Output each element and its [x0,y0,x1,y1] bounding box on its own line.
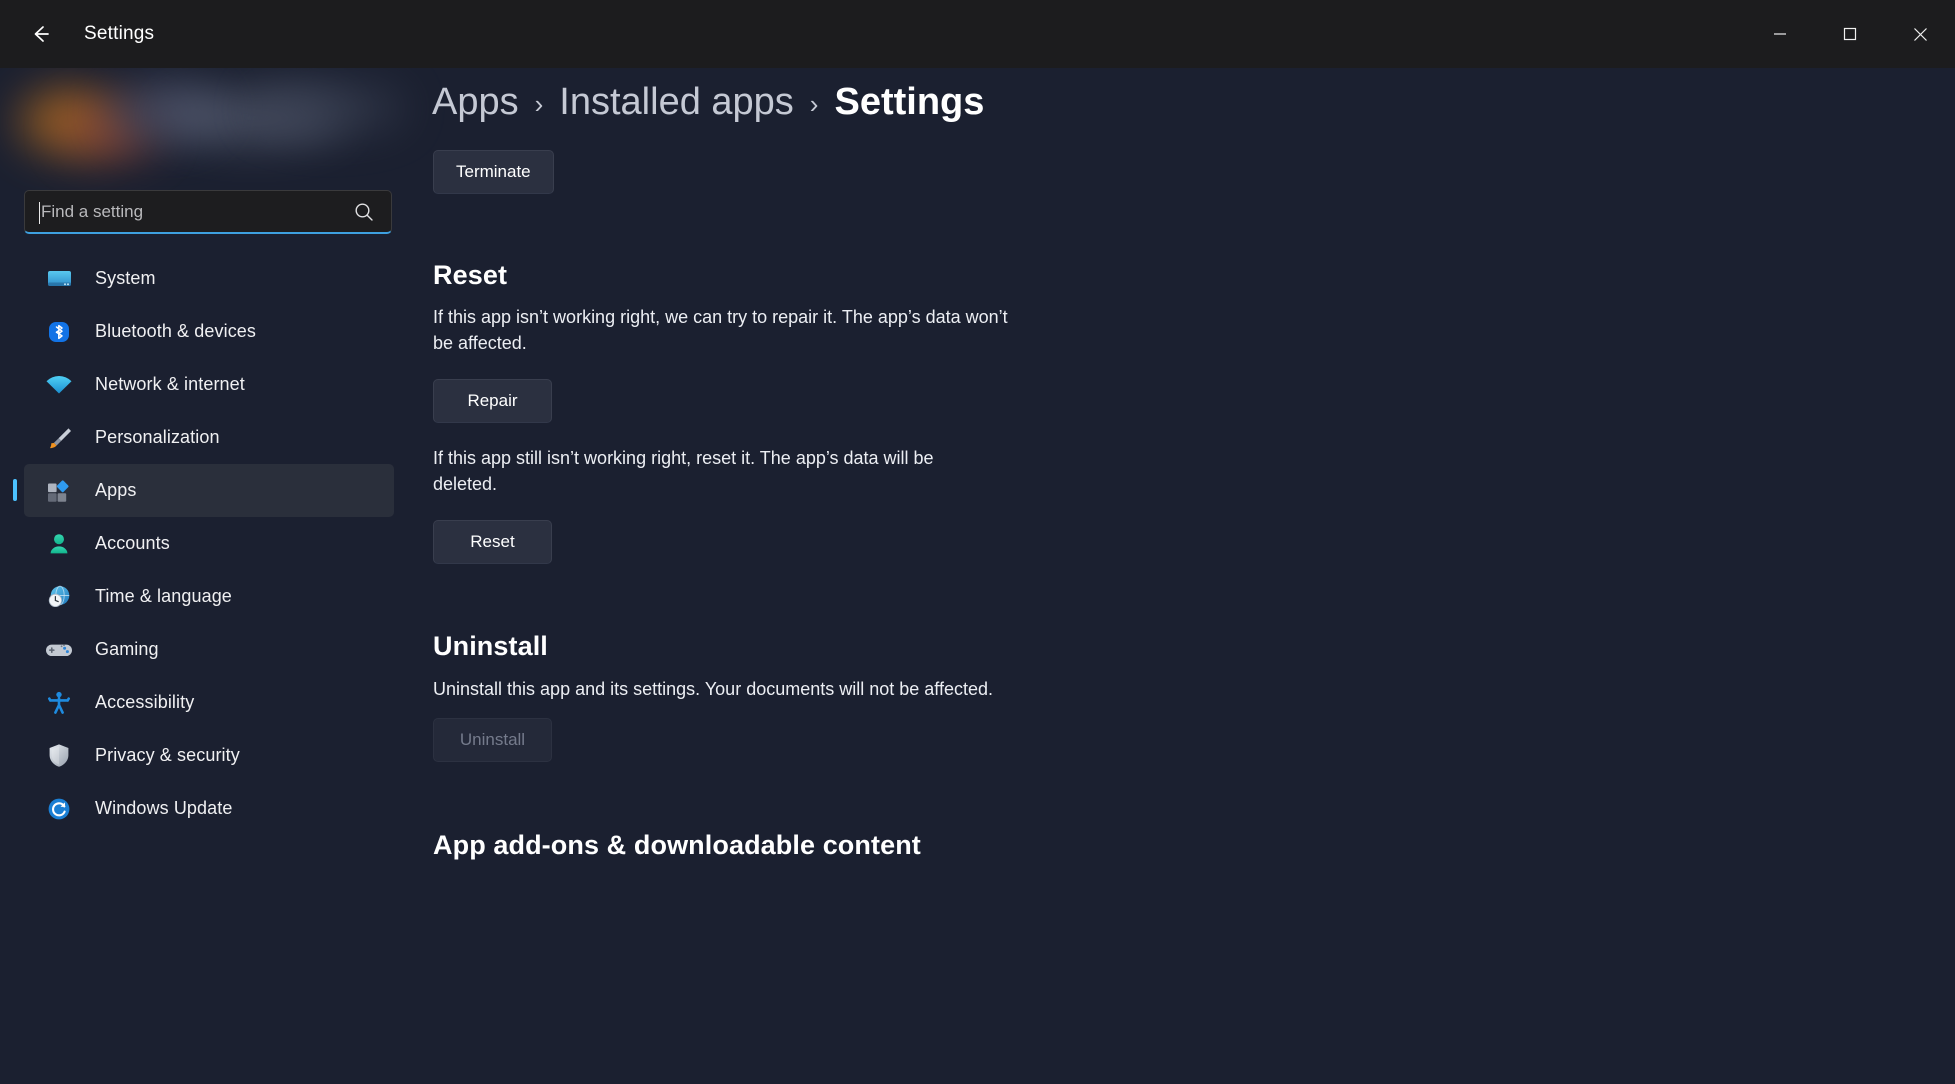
sidebar: System Bluetooth & devices [0,68,424,1084]
clock-globe-icon [42,582,76,612]
maximize-icon [1843,27,1857,41]
accessibility-icon [42,688,76,718]
settings-window: Settings Find a setting System Bluetooth… [0,0,1955,1084]
back-button[interactable] [16,10,64,58]
window-title: Settings [84,23,155,44]
selection-indicator [13,479,17,501]
sidebar-item-label: Bluetooth & devices [95,321,256,341]
back-arrow-icon [34,26,49,42]
reset-button[interactable]: Reset [433,520,552,564]
text-caret [39,202,40,224]
sidebar-item-label: Accounts [95,533,170,553]
chevron-right-icon: › [534,89,544,119]
minimize-icon [1774,33,1786,35]
profile-email-blur [254,86,404,130]
close-button[interactable] [1885,0,1955,68]
reset-description: If this app still isn’t working right, r… [433,448,934,494]
sidebar-item-accounts[interactable]: Accounts [24,517,394,570]
terminate-button[interactable]: Terminate [433,150,554,194]
sidebar-item-time-language[interactable]: Time & language [24,570,394,623]
sidebar-item-label: Time & language [95,586,232,606]
sidebar-item-network-internet[interactable]: Network & internet [24,358,394,411]
sidebar-item-label: Gaming [95,639,159,659]
sidebar-item-system[interactable]: System [24,252,394,305]
search-icon[interactable] [353,201,391,223]
breadcrumb-item-installed-apps[interactable]: Installed apps [559,81,794,124]
reset-section-heading: Reset [433,260,508,290]
uninstall-description: Uninstall this app and its settings. You… [433,679,994,699]
sidebar-item-label: Network & internet [95,374,245,394]
apps-icon [42,476,76,506]
sidebar-nav: System Bluetooth & devices Network & int… [0,252,424,835]
uninstall-button[interactable]: Uninstall [433,718,552,762]
search-input[interactable] [25,201,353,222]
search-box[interactable] [24,190,392,234]
gamepad-icon [42,635,76,665]
sidebar-item-label: Privacy & security [95,745,240,765]
sidebar-item-windows-update[interactable]: Windows Update [24,782,394,835]
sidebar-item-personalization[interactable]: Personalization [24,411,394,464]
person-icon [42,529,76,559]
update-icon [42,794,76,824]
uninstall-section-heading: Uninstall [433,631,548,661]
minimize-button[interactable] [1745,0,1815,68]
sidebar-item-apps[interactable]: Apps [13,464,394,517]
user-profile-blurred[interactable] [14,68,404,168]
breadcrumb-item-settings: Settings [834,81,985,123]
breadcrumb: Apps › Installed apps › Settings [432,81,984,124]
repair-button[interactable]: Repair [433,379,552,423]
monitor-icon [42,264,76,294]
sidebar-item-label: Accessibility [95,692,195,712]
chevron-right-icon: › [809,89,819,119]
sidebar-item-label: Personalization [95,427,220,447]
wifi-icon [42,370,76,400]
repair-description: If this app isn’t working right, we can … [433,307,1008,353]
close-icon [1913,27,1927,41]
sidebar-item-label: Windows Update [95,798,233,818]
sidebar-item-accessibility[interactable]: Accessibility [24,676,394,729]
brush-icon [42,423,76,453]
sidebar-item-bluetooth-devices[interactable]: Bluetooth & devices [24,305,394,358]
window-controls [1745,0,1955,68]
breadcrumb-item-apps[interactable]: Apps [432,81,519,124]
title-bar: Settings [0,0,1955,68]
sidebar-item-label: System [95,268,156,288]
main-content: Apps › Installed apps › Settings Termina… [424,68,1955,1084]
bluetooth-icon [42,317,76,347]
sidebar-item-privacy-security[interactable]: Privacy & security [24,729,394,782]
maximize-button[interactable] [1815,0,1885,68]
sidebar-item-gaming[interactable]: Gaming [24,623,394,676]
addons-section-heading: App add-ons & downloadable content [433,830,921,860]
sidebar-item-label: Apps [95,480,137,500]
shield-icon [42,741,76,771]
